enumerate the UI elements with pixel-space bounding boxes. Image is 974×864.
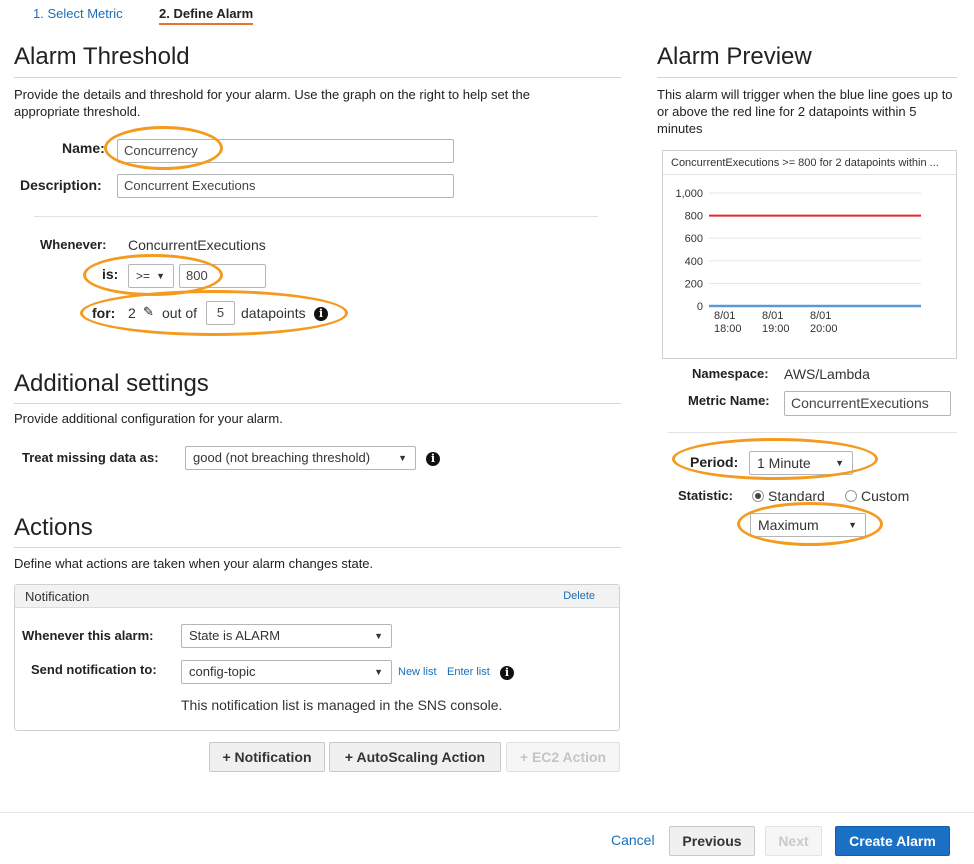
radio-selected-icon	[752, 490, 764, 502]
step-select-metric[interactable]: 1. Select Metric	[33, 6, 123, 21]
alarm-preview-heading: Alarm Preview	[657, 43, 812, 70]
alarm-threshold-heading: Alarm Threshold	[14, 43, 190, 70]
name-label: Name:	[62, 140, 105, 156]
dropdown-arrow-icon: ▼	[398, 453, 407, 463]
whenever-alarm-label: Whenever this alarm:	[22, 628, 154, 643]
actions-description: Define what actions are taken when your …	[14, 556, 374, 571]
radio-unselected-icon	[845, 490, 857, 502]
x-tick-label: 8/01	[714, 310, 735, 322]
step-define-alarm-label: 2. Define Alarm	[159, 6, 254, 21]
notification-panel-header: Notification Delete	[15, 585, 619, 608]
add-notification-button[interactable]: + Notification	[209, 742, 325, 772]
send-notification-label: Send notification to:	[31, 662, 157, 677]
divider	[14, 547, 621, 548]
treat-missing-value: good (not breaching threshold)	[193, 450, 371, 465]
treat-missing-label: Treat missing data as:	[22, 450, 159, 465]
y-tick-label: 600	[685, 233, 703, 245]
preview-chart: 1,00080060040020008/0118:008/0119:008/01…	[675, 188, 921, 335]
whenever-label: Whenever:	[40, 237, 107, 252]
notification-panel-title: Notification	[25, 589, 90, 604]
description-input[interactable]: Concurrent Executions	[117, 174, 454, 198]
highlight-oval	[737, 502, 883, 546]
create-alarm-button[interactable]: Create Alarm	[835, 826, 950, 856]
additional-description: Provide additional configuration for you…	[14, 411, 283, 426]
statistic-label: Statistic:	[678, 488, 733, 503]
x-tick-label: 8/01	[762, 310, 783, 322]
dropdown-arrow-icon: ▼	[374, 631, 383, 641]
namespace-label: Namespace:	[692, 366, 769, 381]
add-autoscaling-action-button[interactable]: + AutoScaling Action	[329, 742, 501, 772]
divider	[14, 403, 621, 404]
topic-select[interactable]: config-topic ▼	[181, 660, 392, 684]
y-tick-label: 1,000	[675, 188, 703, 200]
alarm-state-select[interactable]: State is ALARM ▼	[181, 624, 392, 648]
footer-divider	[0, 812, 974, 813]
custom-radio-label: Custom	[861, 488, 910, 504]
metric-name-label: Metric Name:	[688, 393, 770, 408]
step-select-metric-label[interactable]: 1. Select Metric	[33, 6, 123, 21]
divider	[668, 432, 957, 433]
preview-chart-card: ConcurrentExecutions >= 800 for 2 datapo…	[662, 150, 957, 359]
cancel-link[interactable]: Cancel	[611, 832, 655, 848]
new-list-link[interactable]: New list	[398, 666, 437, 678]
add-ec2-action-button[interactable]: + EC2 Action	[506, 742, 620, 772]
y-tick-label: 400	[685, 256, 703, 268]
enter-list-link[interactable]: Enter list	[447, 666, 490, 678]
dropdown-arrow-icon: ▼	[374, 667, 383, 677]
previous-button[interactable]: Previous	[669, 826, 755, 856]
metric-name-input[interactable]: ConcurrentExecutions	[784, 391, 951, 416]
highlight-oval	[104, 126, 223, 170]
threshold-description: Provide the details and threshold for yo…	[14, 87, 530, 119]
info-icon[interactable]: i	[500, 664, 514, 680]
x-tick-label: 18:00	[714, 323, 742, 335]
step-define-alarm: 2. Define Alarm	[159, 6, 254, 25]
info-icon[interactable]: i	[426, 450, 440, 466]
sns-note: This notification list is managed in the…	[181, 697, 503, 713]
whenever-metric: ConcurrentExecutions	[128, 237, 266, 253]
alarm-state-value: State is ALARM	[189, 628, 281, 643]
x-tick-label: 19:00	[762, 323, 790, 335]
y-tick-label: 0	[697, 301, 703, 313]
highlight-oval	[672, 438, 878, 480]
divider	[34, 216, 598, 217]
chart-title: ConcurrentExecutions >= 800 for 2 datapo…	[663, 151, 956, 175]
delete-link[interactable]: Delete	[563, 590, 595, 602]
namespace-value: AWS/Lambda	[784, 366, 870, 382]
highlight-oval	[80, 290, 348, 336]
additional-settings-heading: Additional settings	[14, 370, 209, 397]
divider	[657, 77, 957, 78]
x-tick-label: 20:00	[810, 323, 838, 335]
custom-radio[interactable]: Custom	[845, 488, 909, 504]
x-tick-label: 8/01	[810, 310, 831, 322]
y-tick-label: 800	[685, 211, 703, 223]
y-tick-label: 200	[685, 278, 703, 290]
divider	[14, 77, 621, 78]
preview-description: This alarm will trigger when the blue li…	[657, 87, 953, 136]
treat-missing-select[interactable]: good (not breaching threshold) ▼	[185, 446, 416, 470]
topic-value: config-topic	[189, 664, 256, 679]
description-label: Description:	[20, 177, 102, 193]
next-button[interactable]: Next	[765, 826, 822, 856]
actions-heading: Actions	[14, 514, 93, 541]
